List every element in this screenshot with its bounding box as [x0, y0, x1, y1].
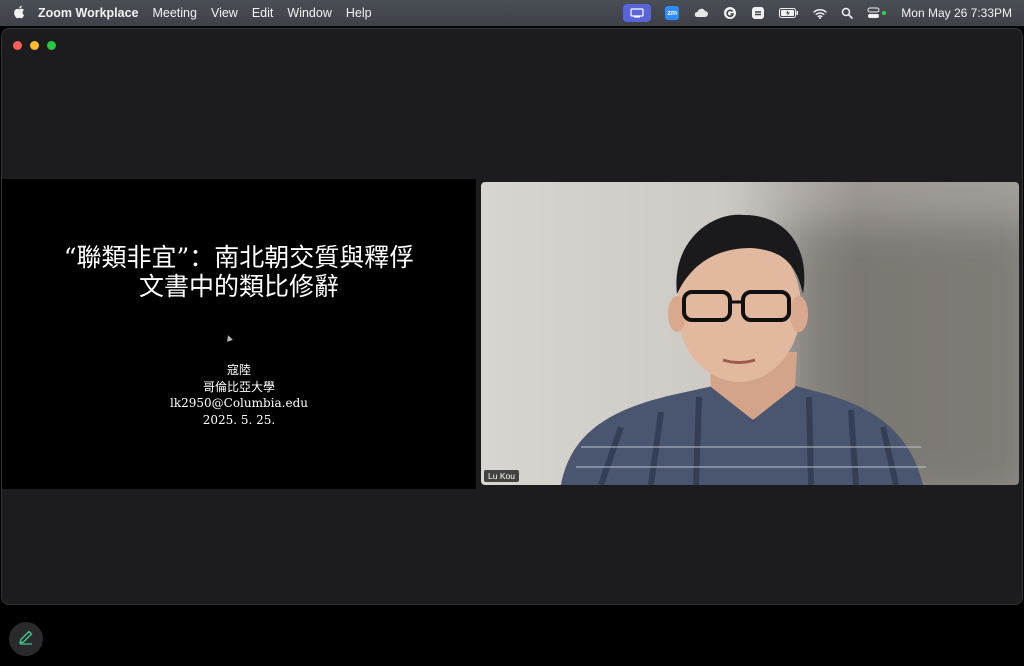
shared-slide: “聯類非宜”：南北朝交質與釋俘 文書中的類比修辭 寇陸 哥倫比亞大學 lk295… — [2, 179, 476, 489]
status-area: zm Mon May 26 7:33PM — [623, 0, 1012, 26]
menubar-clock[interactable]: Mon May 26 7:33PM — [901, 6, 1012, 20]
menu-meeting[interactable]: Meeting — [152, 6, 196, 20]
menu-window[interactable]: Window — [287, 6, 331, 20]
grammarly-icon[interactable] — [723, 5, 737, 21]
participant-video[interactable]: Lu Kou — [481, 182, 1019, 485]
sync-icon[interactable] — [751, 5, 765, 21]
menu-view[interactable]: View — [211, 6, 238, 20]
search-icon[interactable] — [841, 5, 854, 21]
cloud-icon[interactable] — [693, 5, 709, 21]
slide-title-line-2: 文書中的類比修辭 — [138, 272, 339, 301]
zoom-meeting-window: “聯類非宜”：南北朝交質與釋俘 文書中的類比修辭 寇陸 哥倫比亞大學 lk295… — [1, 28, 1023, 605]
menu-help[interactable]: Help — [346, 6, 372, 20]
slide-title-line-1: “聯類非宜”：南北朝交質與釋俘 — [63, 243, 415, 272]
slide-email: lk2950@Columbia.edu — [170, 396, 308, 410]
menu-bar: Zoom Workplace Meeting View Edit Window … — [0, 0, 1024, 26]
apple-icon[interactable] — [0, 5, 38, 22]
window-controls — [13, 41, 56, 50]
slide-title: “聯類非宜”：南北朝交質與釋俘 文書中的類比修辭 — [2, 243, 476, 301]
zoom-icon[interactable]: zm — [665, 6, 680, 20]
slide-author: 寇陸 — [226, 363, 251, 377]
annotate-button[interactable] — [9, 622, 43, 656]
slide-author-info: 寇陸 哥倫比亞大學 lk2950@Columbia.edu 2025. 5. 2… — [2, 362, 476, 428]
control-center-icon[interactable] — [867, 5, 887, 21]
mouse-cursor-icon — [225, 334, 233, 342]
participant-name-tag: Lu Kou — [484, 470, 519, 482]
participant-silhouette — [561, 214, 926, 485]
battery-icon[interactable] — [779, 5, 799, 21]
slide-date: 2025. 5. 25. — [202, 412, 276, 427]
wifi-icon[interactable] — [813, 5, 828, 21]
close-window-button[interactable] — [13, 41, 22, 50]
slide-affiliation: 哥倫比亞大學 — [202, 379, 275, 394]
minimize-window-button[interactable] — [30, 41, 39, 50]
screen-share-status-icon[interactable] — [623, 4, 652, 22]
app-menu-zoom-workplace[interactable]: Zoom Workplace — [38, 6, 138, 20]
fullscreen-window-button[interactable] — [47, 41, 56, 50]
pencil-icon — [18, 629, 34, 650]
menu-edit[interactable]: Edit — [252, 6, 274, 20]
